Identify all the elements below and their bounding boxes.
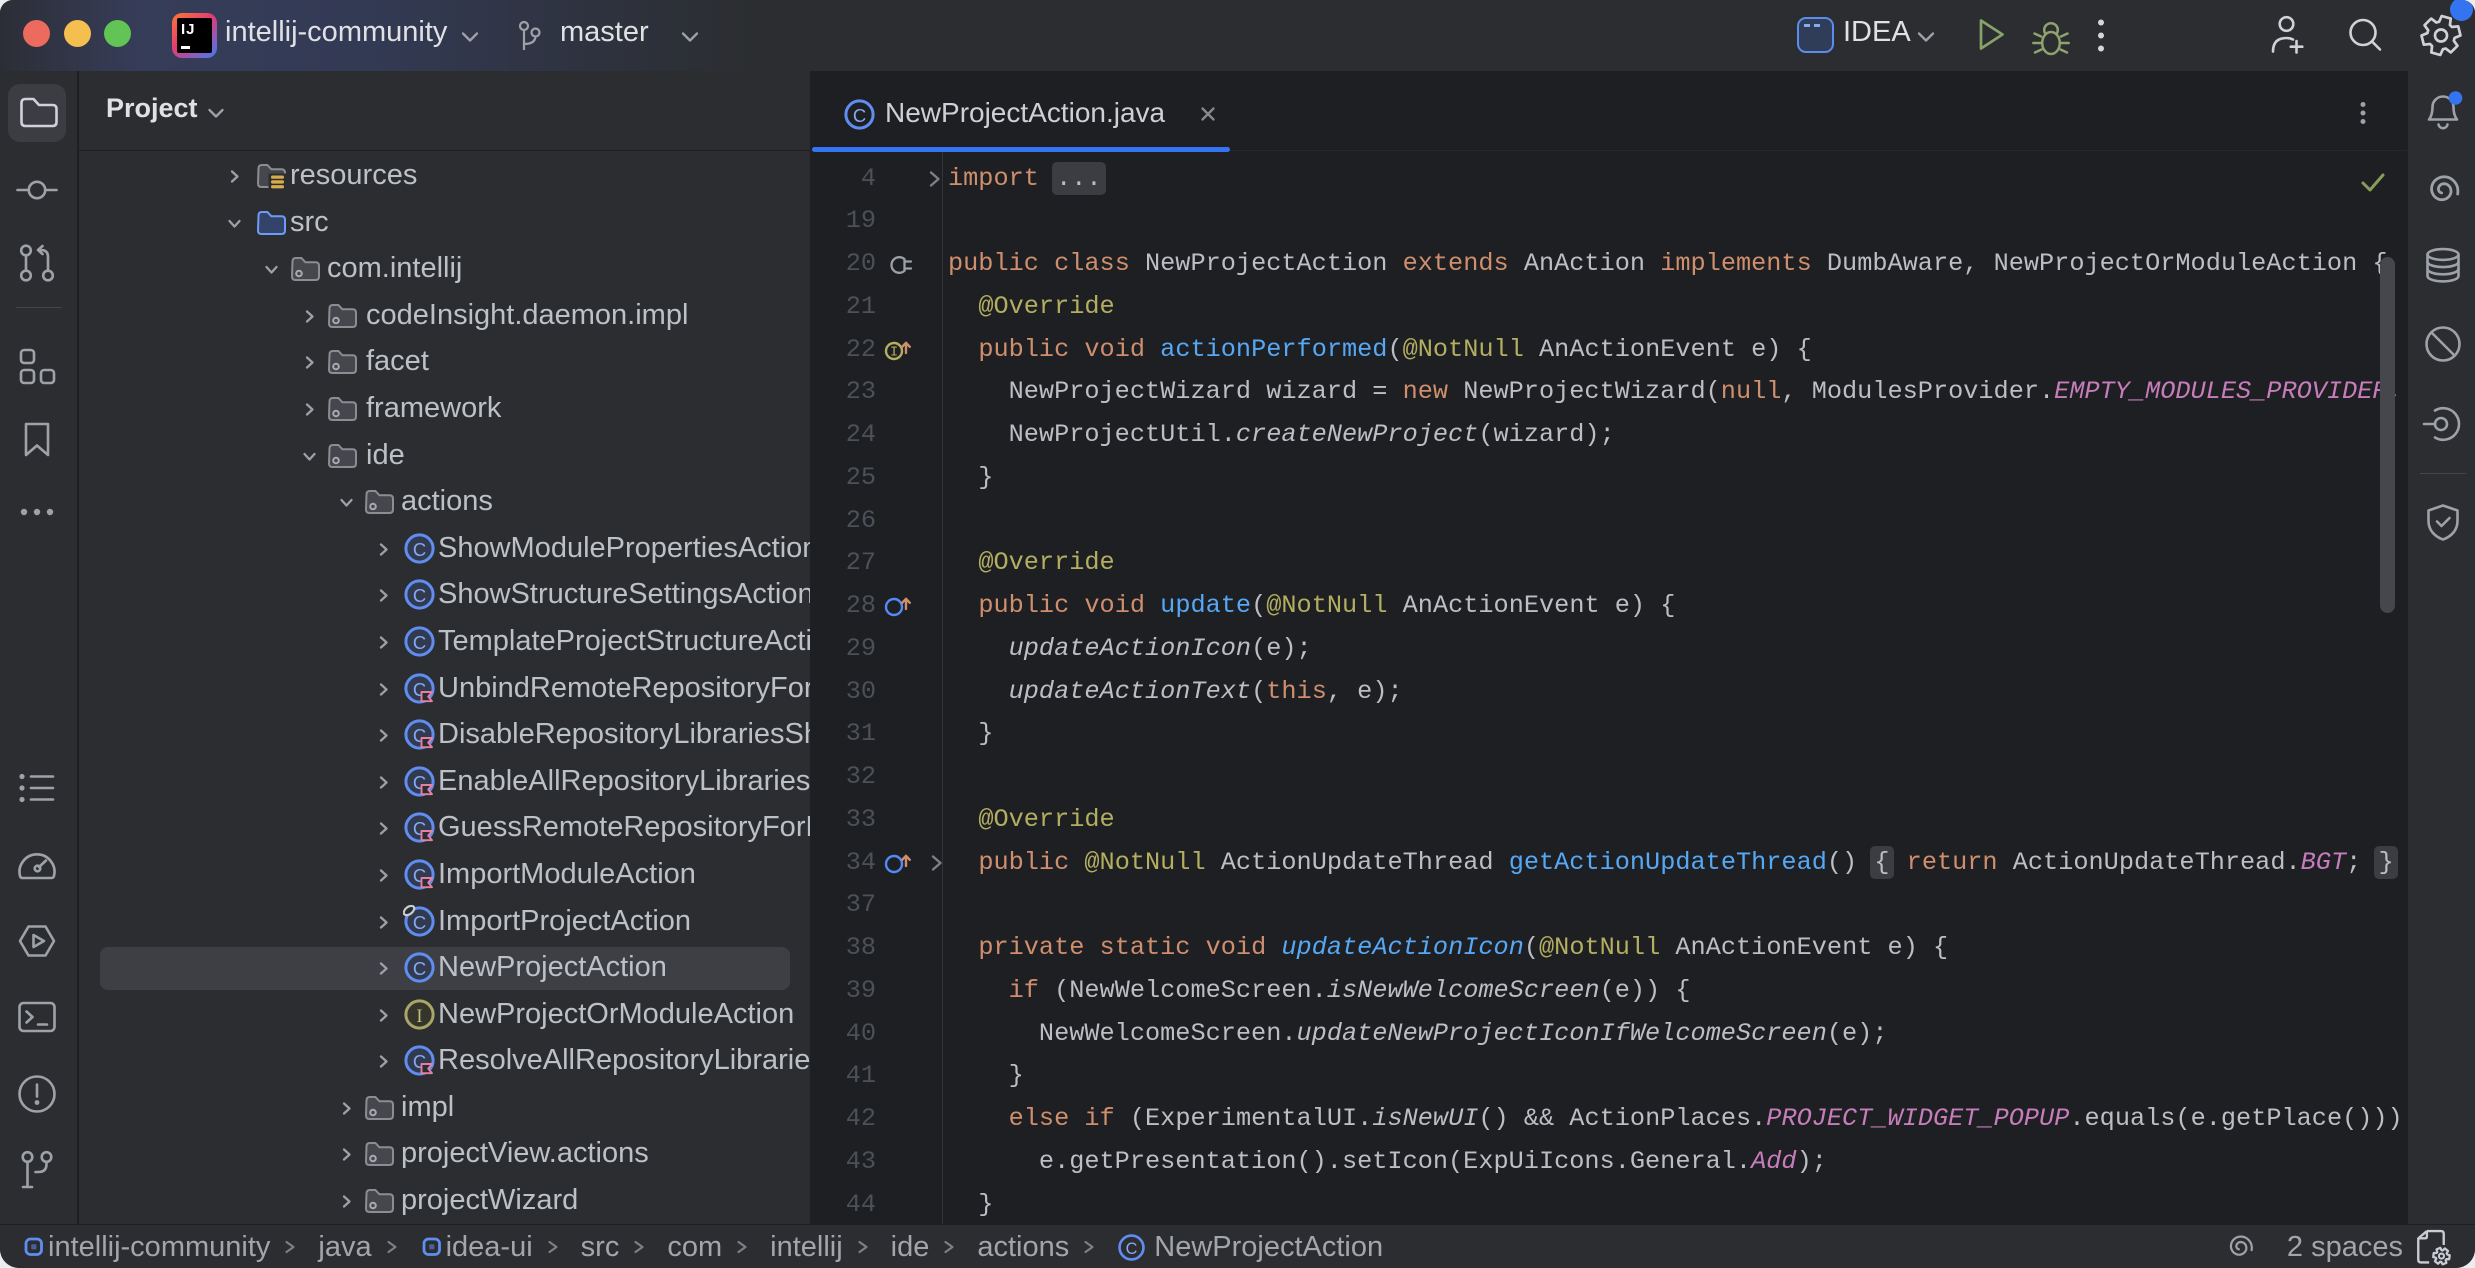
svg-text:C: C bbox=[853, 105, 866, 126]
svg-text:I: I bbox=[416, 1007, 422, 1027]
svg-text:C: C bbox=[413, 539, 426, 560]
svg-text:C: C bbox=[413, 958, 426, 979]
svg-text:C: C bbox=[413, 632, 426, 653]
svg-text:C: C bbox=[413, 585, 426, 606]
svg-text:C: C bbox=[413, 912, 426, 933]
svg-text:C: C bbox=[1126, 1240, 1138, 1258]
svg-text:I: I bbox=[890, 345, 898, 360]
